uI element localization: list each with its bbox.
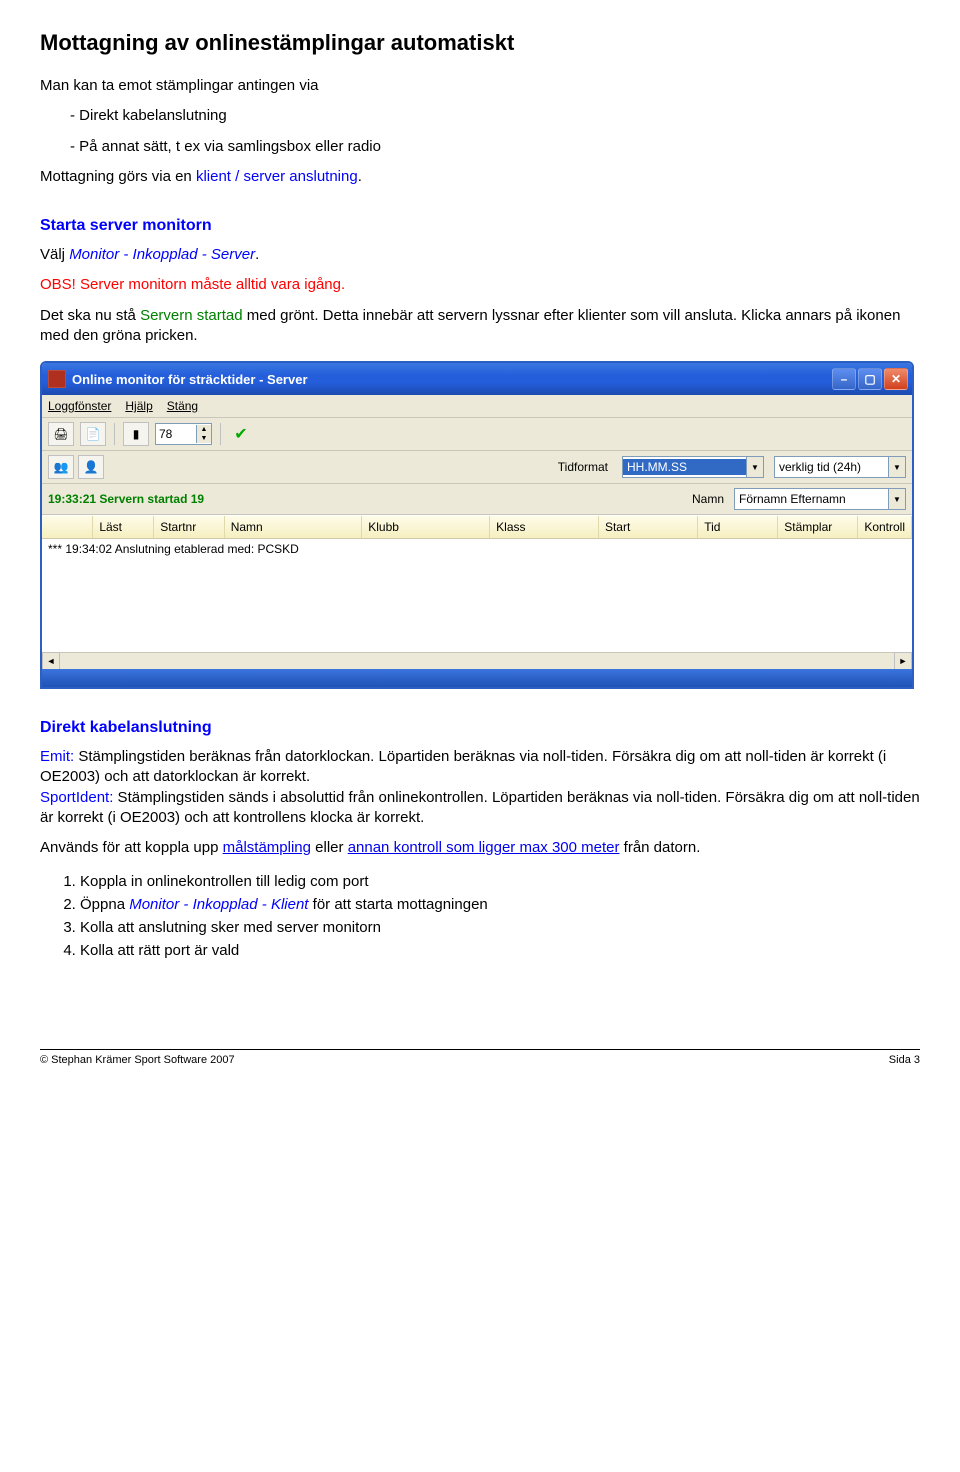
page-footer: © Stephan Krämer Sport Software 2007 Sid… bbox=[40, 1049, 920, 1066]
chevron-down-icon[interactable]: ▼ bbox=[888, 489, 905, 509]
list-item: Kolla att rätt port är vald bbox=[80, 942, 920, 959]
footer-page: Sida 3 bbox=[889, 1054, 920, 1066]
nud-input[interactable] bbox=[156, 426, 196, 442]
link-malstampling[interactable]: målstämpling bbox=[223, 839, 311, 856]
menu-close[interactable]: Stäng bbox=[167, 399, 198, 413]
toolbar: 🖨 📄 ▮ ▲ ▼ ✔ bbox=[42, 418, 912, 451]
log-area: *** 19:34:02 Anslutning etablerad med: P… bbox=[42, 539, 912, 669]
col-namn[interactable]: Namn bbox=[225, 516, 363, 538]
intro: Man kan ta emot stämplingar antingen via bbox=[40, 76, 920, 96]
toolbar-2: 👥 👤 Tidformat HH.MM.SS ▼ verklig tid (24… bbox=[42, 451, 912, 484]
minimize-button[interactable]: – bbox=[832, 368, 856, 390]
separator bbox=[220, 423, 221, 445]
app-icon bbox=[48, 370, 66, 388]
steps-list: Koppla in onlinekontrollen till ledig co… bbox=[40, 873, 920, 959]
intro-2: Mottagning görs via en klient / server a… bbox=[40, 167, 920, 187]
server-status: 19:33:21 Servern startad 19 bbox=[48, 492, 204, 506]
nud-up[interactable]: ▲ bbox=[196, 425, 211, 434]
user-button-2[interactable]: 👤 bbox=[78, 455, 104, 479]
col-start[interactable]: Start bbox=[599, 516, 698, 538]
para-status-green: Det ska nu stå Servern startad med grönt… bbox=[40, 306, 920, 347]
bullet-2: - På annat sätt, t ex via samlingsbox el… bbox=[70, 137, 920, 157]
list-item: Koppla in onlinekontrollen till ledig co… bbox=[80, 873, 920, 890]
check-icon[interactable]: ✔ bbox=[229, 423, 253, 445]
close-button[interactable]: ✕ bbox=[884, 368, 908, 390]
col-stamplar[interactable]: Stämplar bbox=[778, 516, 858, 538]
window-bottom-border bbox=[42, 669, 912, 687]
para-emit-sportident: Emit: Stämplingstiden beräknas från dato… bbox=[40, 747, 920, 828]
col-tid[interactable]: Tid bbox=[698, 516, 778, 538]
chevron-down-icon[interactable]: ▼ bbox=[888, 457, 905, 477]
link-other-control[interactable]: annan kontroll som ligger max 300 meter bbox=[348, 839, 620, 856]
server-monitor-window: Online monitor för sträcktider - Server … bbox=[40, 361, 914, 689]
window-title: Online monitor för sträcktider - Server bbox=[72, 372, 832, 387]
col-startnr[interactable]: Startnr bbox=[154, 516, 224, 538]
list-item: Öppna Monitor - Inkopplad - Klient för a… bbox=[80, 896, 920, 913]
menu-help[interactable]: Hjälp bbox=[125, 399, 152, 413]
table-header: Läst Startnr Namn Klubb Klass Start Tid … bbox=[42, 515, 912, 539]
col-klubb[interactable]: Klubb bbox=[362, 516, 490, 538]
number-updown[interactable]: ▲ ▼ bbox=[155, 423, 212, 445]
para-usage: Används för att koppla upp målstämpling … bbox=[40, 838, 920, 858]
section-direct-cable: Direkt kabelanslutning bbox=[40, 719, 920, 737]
para-select: Välj Monitor - Inkopplad - Server. bbox=[40, 245, 920, 265]
print-button[interactable]: 🖨 bbox=[48, 422, 74, 446]
tidformat-label: Tidformat bbox=[558, 460, 608, 474]
list-item: Kolla att anslutning sker med server mon… bbox=[80, 919, 920, 936]
col-klass[interactable]: Klass bbox=[490, 516, 599, 538]
bullet-1: - Direkt kabelanslutning bbox=[70, 106, 920, 126]
name-combo[interactable]: Förnamn Efternamn ▼ bbox=[734, 488, 906, 510]
window-titlebar: Online monitor för sträcktider - Server … bbox=[42, 363, 912, 395]
col-kontroll[interactable]: Kontroll bbox=[858, 516, 912, 538]
scroll-right-button[interactable]: ► bbox=[894, 652, 912, 669]
menu-logg[interactable]: Loggfönster bbox=[48, 399, 111, 413]
h-scrollbar[interactable]: ◄ ► bbox=[42, 652, 912, 669]
scroll-left-button[interactable]: ◄ bbox=[42, 652, 60, 669]
status-line: 19:33:21 Servern startad 19 Namn Förnamn… bbox=[42, 484, 912, 515]
nud-down[interactable]: ▼ bbox=[196, 434, 211, 443]
section-start-server: Starta server monitorn bbox=[40, 217, 920, 235]
warning-obs: OBS! Server monitorn måste alltid vara i… bbox=[40, 275, 920, 295]
chevron-down-icon[interactable]: ▼ bbox=[746, 457, 763, 477]
doc-button[interactable]: 📄 bbox=[80, 422, 106, 446]
rainbow-button[interactable]: ▮ bbox=[123, 422, 149, 446]
separator bbox=[114, 423, 115, 445]
user-button-1[interactable]: 👥 bbox=[48, 455, 74, 479]
realtime-combo[interactable]: verklig tid (24h) ▼ bbox=[774, 456, 906, 478]
col-last[interactable]: Läst bbox=[93, 516, 154, 538]
page-title: Mottagning av onlinestämplingar automati… bbox=[40, 30, 920, 56]
tidformat-combo[interactable]: HH.MM.SS ▼ bbox=[622, 456, 764, 478]
namn-label: Namn bbox=[692, 492, 724, 506]
maximize-button[interactable]: ▢ bbox=[858, 368, 882, 390]
footer-copyright: © Stephan Krämer Sport Software 2007 bbox=[40, 1054, 235, 1066]
log-line: *** 19:34:02 Anslutning etablerad med: P… bbox=[42, 539, 912, 559]
menubar: Loggfönster Hjälp Stäng bbox=[42, 395, 912, 418]
